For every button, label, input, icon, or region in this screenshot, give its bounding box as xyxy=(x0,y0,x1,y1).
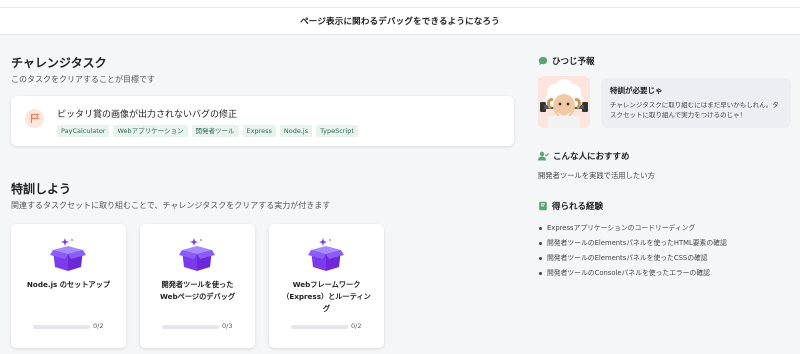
forecast-bubble-body: チャレンジタスクに取り組むにはまだ早いかもしれん。タスクセットに取り組んで実力を… xyxy=(610,101,779,119)
flag-icon xyxy=(25,109,44,128)
recommend-title: こんな人におすすめ xyxy=(553,152,630,162)
progress-count: 0/2 xyxy=(351,322,362,330)
progress-bar xyxy=(33,325,90,329)
training-section-title: 特訓しよう xyxy=(11,182,72,196)
gift-box-icon xyxy=(179,238,215,271)
chat-bubble-icon xyxy=(538,57,548,65)
progress-bar xyxy=(162,325,219,329)
task-set-card[interactable]: Node.js のセットアップ 0/2 xyxy=(11,224,126,348)
progress-count: 0/2 xyxy=(93,322,104,330)
forecast-section-header: ひつじ予報 xyxy=(538,55,595,67)
recommend-text: 開発者ツールを実践で活用したい方 xyxy=(538,171,655,180)
list-item: Expressアプリケーションのコードリーディング xyxy=(538,221,727,236)
challenge-section-description: このタスクをクリアすることが目標です xyxy=(11,75,155,84)
book-icon xyxy=(539,201,547,211)
list-item: 開発者ツールのElementsパネルを使ったCSSの確認 xyxy=(538,251,727,266)
progress-count: 0/3 xyxy=(222,322,233,330)
gift-box-icon xyxy=(50,238,86,271)
progress-bar xyxy=(291,325,348,329)
training-section-description: 関連するタスクセットに取り組むことで、チャレンジタスクをクリアする実力が付きます xyxy=(11,201,331,210)
recommend-section-header: こんな人におすすめ xyxy=(538,150,630,162)
list-item: 開発者ツールのElementsパネルを使ったHTML要素の確認 xyxy=(538,236,727,251)
challenge-task-name: ピッタリ賞の画像が出力されないバグの修正 xyxy=(57,110,238,120)
tag: PayCalculator xyxy=(57,125,110,137)
tag: Webアプリケーション xyxy=(113,125,188,137)
task-set-name: Node.js のセットアップ xyxy=(26,280,111,289)
task-set-name: 開発者ツールを使った Webページのデバッグ xyxy=(159,280,236,301)
gains-list: Expressアプリケーションのコードリーディング 開発者ツールのElement… xyxy=(538,221,727,281)
task-set-card[interactable]: 開発者ツールを使った Webページのデバッグ 0/3 xyxy=(140,224,255,348)
top-bar xyxy=(0,0,800,8)
page-header: ページ表示に関わるデバッグをできるようになろう xyxy=(0,8,800,35)
list-item: 開発者ツールのConsoleパネルを使ったエラーの確認 xyxy=(538,266,727,281)
challenge-section-title: チャレンジタスク xyxy=(11,56,107,70)
task-set-card[interactable]: Webフレームワーク （Express）とルーティン グ 0/2 xyxy=(269,224,384,348)
tag: TypeScript xyxy=(316,125,358,137)
task-set-name: Webフレームワーク （Express）とルーティン グ xyxy=(282,280,371,313)
tag: 開発者ツール xyxy=(191,125,239,137)
forecast-title: ひつじ予報 xyxy=(552,57,595,67)
gains-section-header: 得られる経験 xyxy=(538,200,603,212)
sheep-mascot-image xyxy=(538,76,590,128)
user-check-icon xyxy=(538,151,549,161)
gains-title: 得られる経験 xyxy=(552,202,604,212)
challenge-task-card[interactable]: ピッタリ賞の画像が出力されないバグの修正 PayCalculator Webアプ… xyxy=(11,96,514,146)
tag: Node.js xyxy=(279,125,313,137)
forecast-bubble-title: 特訓が必要じゃ xyxy=(610,86,663,95)
forecast-speech-bubble: 特訓が必要じゃ チャレンジタスクに取り組むにはまだ早いかもしれん。タスクセットに… xyxy=(601,78,791,128)
tag: Express xyxy=(242,125,276,137)
gift-box-icon xyxy=(308,238,344,271)
tag-list: PayCalculator Webアプリケーション 開発者ツール Express… xyxy=(57,125,358,137)
page-title: ページ表示に関わるデバッグをできるようになろう xyxy=(300,17,500,27)
